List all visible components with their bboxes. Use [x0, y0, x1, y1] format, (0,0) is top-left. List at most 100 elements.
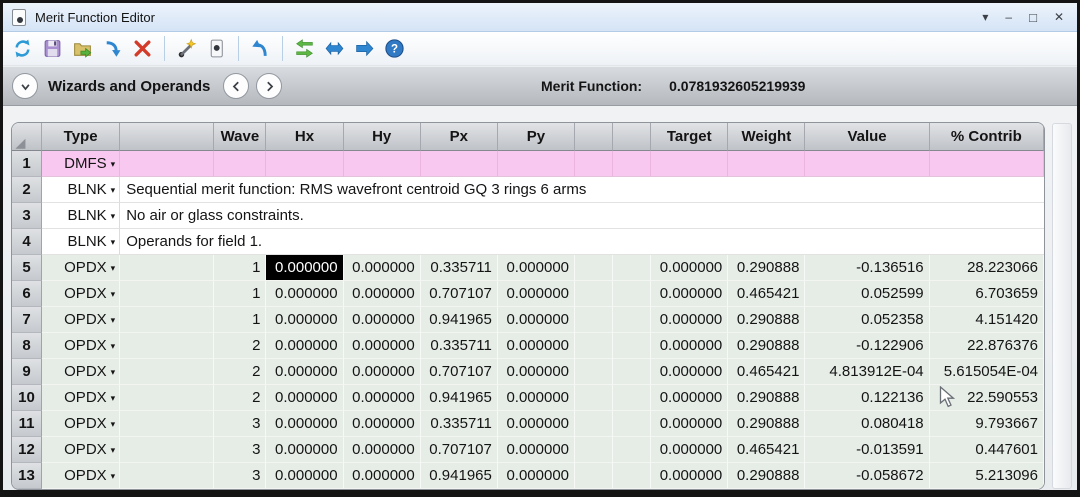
cell-hy[interactable]: 0.000000: [343, 281, 421, 307]
cell-contrib[interactable]: 6.703659: [929, 281, 1044, 307]
cell-py[interactable]: 0.000000: [497, 255, 576, 281]
cell-type[interactable]: OPDX ▾: [42, 333, 121, 359]
cell-px[interactable]: 0.941965: [420, 307, 498, 333]
cell-target[interactable]: 0.000000: [651, 281, 729, 307]
row-number[interactable]: 3: [12, 203, 43, 229]
cell-weight[interactable]: 0.290888: [728, 333, 806, 359]
cell-b2[interactable]: [613, 411, 652, 437]
cell-c2[interactable]: [120, 359, 215, 385]
cell-b1[interactable]: [575, 255, 614, 281]
next-button[interactable]: [256, 73, 283, 99]
cell-weight[interactable]: 0.290888: [728, 463, 806, 489]
row-number[interactable]: 1: [12, 151, 43, 177]
cell-contrib[interactable]: 28.223066: [929, 255, 1044, 281]
cell-empty[interactable]: [728, 151, 806, 177]
cell-b2[interactable]: [613, 307, 652, 333]
cell-wave[interactable]: 2: [214, 359, 267, 385]
cell-value[interactable]: -0.136516: [805, 255, 930, 281]
cell-weight[interactable]: 0.290888: [728, 255, 806, 281]
cell-wave[interactable]: 2: [214, 385, 267, 411]
cell-hx[interactable]: 0.000000: [266, 333, 344, 359]
cell-wave[interactable]: 1: [214, 281, 267, 307]
row-number[interactable]: 12: [12, 437, 43, 463]
cell-comment[interactable]: Sequential merit function: RMS wavefront…: [120, 177, 1044, 203]
row-number[interactable]: 10: [12, 385, 43, 411]
cell-empty[interactable]: [420, 151, 498, 177]
swap-icon[interactable]: [292, 36, 317, 61]
cell-b1[interactable]: [575, 359, 614, 385]
cell-hx[interactable]: 0.000000: [266, 411, 344, 437]
cell-target[interactable]: 0.000000: [651, 333, 729, 359]
cell-weight[interactable]: 0.465421: [728, 281, 806, 307]
cell-hy[interactable]: 0.000000: [343, 437, 421, 463]
cell-empty[interactable]: [120, 151, 215, 177]
prev-button[interactable]: [223, 73, 250, 99]
cell-b1[interactable]: [575, 385, 614, 411]
cell-wave[interactable]: 3: [214, 437, 267, 463]
cell-px[interactable]: 0.335711: [420, 411, 498, 437]
cell-py[interactable]: 0.000000: [497, 307, 576, 333]
cell-py[interactable]: 0.000000: [497, 411, 576, 437]
cell-empty[interactable]: [651, 151, 729, 177]
cell-hy[interactable]: 0.000000: [343, 359, 421, 385]
insert-operand-icon[interactable]: [100, 36, 125, 61]
cell-b2[interactable]: [613, 359, 652, 385]
row-number[interactable]: 11: [12, 411, 43, 437]
cell-empty[interactable]: [929, 151, 1044, 177]
cell-b2[interactable]: [613, 437, 652, 463]
cell-c2[interactable]: [120, 333, 215, 359]
resize-columns-icon[interactable]: [322, 36, 347, 61]
cell-comment[interactable]: Operands for field 1.: [120, 229, 1044, 255]
cell-hx[interactable]: 0.000000: [266, 255, 344, 281]
row-number[interactable]: 9: [12, 359, 43, 385]
cell-weight[interactable]: 0.465421: [728, 359, 806, 385]
cell-weight[interactable]: 0.290888: [728, 307, 806, 333]
cell-target[interactable]: 0.000000: [651, 463, 729, 489]
cell-b2[interactable]: [613, 281, 652, 307]
cell-b1[interactable]: [575, 281, 614, 307]
cell-wave[interactable]: 1: [214, 255, 267, 281]
cell-b1[interactable]: [575, 333, 614, 359]
expand-wizard-button[interactable]: [12, 73, 38, 99]
cell-contrib[interactable]: 0.447601: [929, 437, 1044, 463]
cell-target[interactable]: 0.000000: [651, 385, 729, 411]
cell-c2[interactable]: [120, 411, 215, 437]
cell-empty[interactable]: [805, 151, 930, 177]
cell-target[interactable]: 0.000000: [651, 255, 729, 281]
cell-value[interactable]: 0.052358: [805, 307, 930, 333]
cell-px[interactable]: 0.707107: [420, 281, 498, 307]
cell-empty[interactable]: [575, 151, 614, 177]
cell-hy[interactable]: 0.000000: [343, 255, 421, 281]
cell-empty[interactable]: [266, 151, 344, 177]
cell-weight[interactable]: 0.465421: [728, 437, 806, 463]
cell-b1[interactable]: [575, 437, 614, 463]
cell-c2[interactable]: [120, 437, 215, 463]
cell-hx[interactable]: 0.000000: [266, 281, 344, 307]
cell-contrib[interactable]: 22.876376: [929, 333, 1044, 359]
cell-value[interactable]: -0.122906: [805, 333, 930, 359]
cell-contrib[interactable]: 22.590553: [929, 385, 1044, 411]
cell-type[interactable]: OPDX ▾: [42, 437, 121, 463]
cell-hx[interactable]: 0.000000: [266, 385, 344, 411]
cell-target[interactable]: 0.000000: [651, 359, 729, 385]
cell-type[interactable]: BLNK ▾: [42, 203, 121, 229]
cell-type[interactable]: OPDX ▾: [42, 307, 121, 333]
cell-wave[interactable]: 3: [214, 411, 267, 437]
cell-hx[interactable]: 0.000000: [266, 463, 344, 489]
cell-b2[interactable]: [613, 255, 652, 281]
go-icon[interactable]: [352, 36, 377, 61]
cell-px[interactable]: 0.335711: [420, 333, 498, 359]
cell-contrib[interactable]: 5.615054E-04: [929, 359, 1044, 385]
cell-py[interactable]: 0.000000: [497, 359, 576, 385]
minimize-icon[interactable]: –: [1005, 11, 1012, 23]
cell-value[interactable]: 4.813912E-04: [805, 359, 930, 385]
update-icon[interactable]: [10, 36, 35, 61]
cell-px[interactable]: 0.941965: [420, 385, 498, 411]
cell-b2[interactable]: [613, 463, 652, 489]
cell-type[interactable]: OPDX ▾: [42, 411, 121, 437]
cell-px[interactable]: 0.941965: [420, 463, 498, 489]
cell-weight[interactable]: 0.290888: [728, 385, 806, 411]
cell-b2[interactable]: [613, 385, 652, 411]
cell-contrib[interactable]: 9.793667: [929, 411, 1044, 437]
cell-contrib[interactable]: 4.151420: [929, 307, 1044, 333]
